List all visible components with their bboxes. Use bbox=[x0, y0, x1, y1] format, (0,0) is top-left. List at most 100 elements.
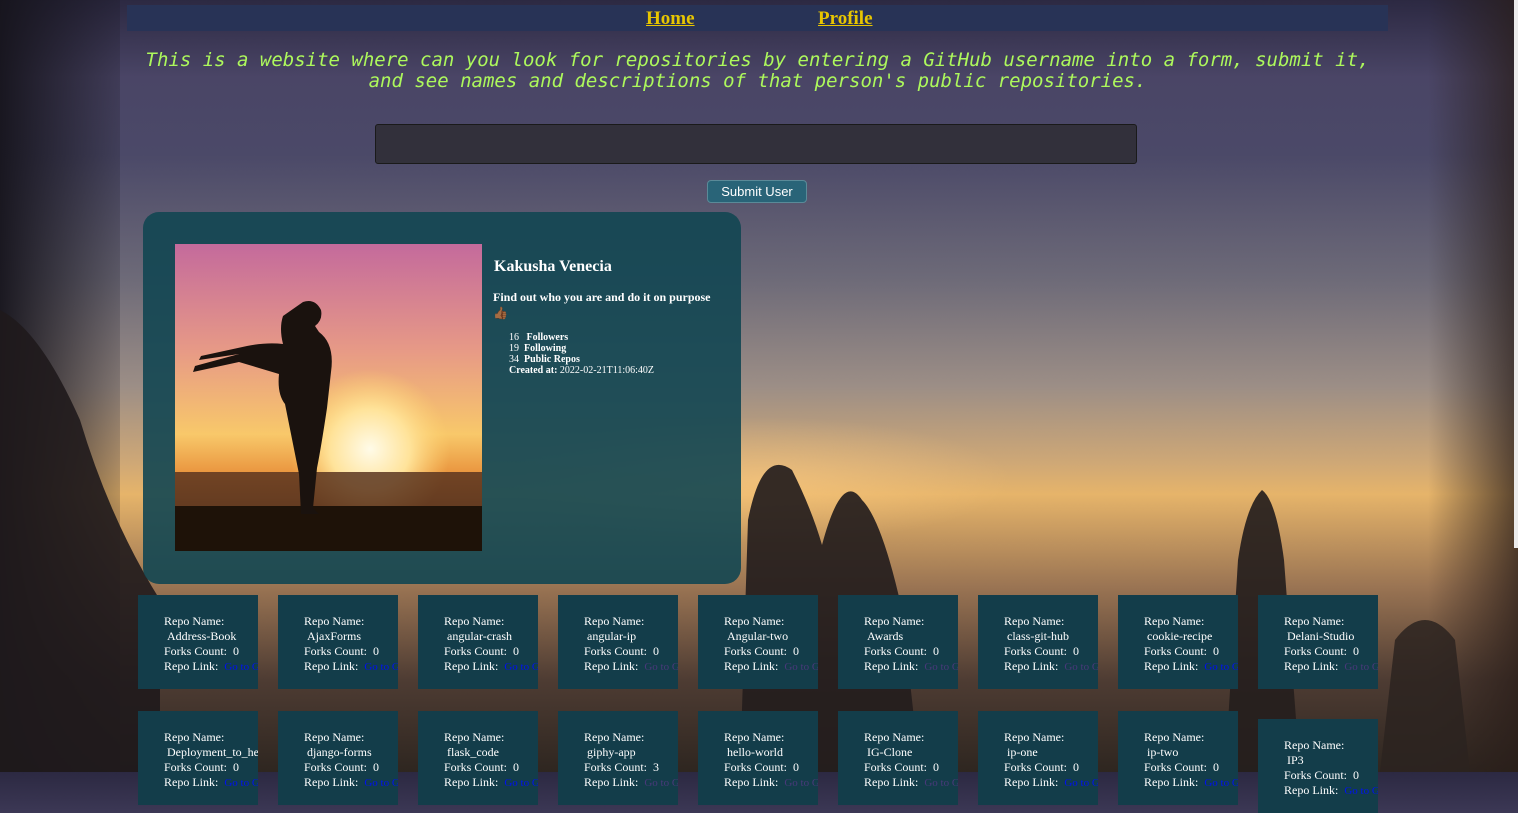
username-input[interactable] bbox=[375, 124, 1137, 164]
repo-name: Address-Book bbox=[167, 629, 237, 643]
repo-link-label: Repo Link: bbox=[1284, 659, 1339, 673]
avatar bbox=[175, 244, 482, 551]
repo-name-label: Repo Name: bbox=[724, 614, 785, 628]
repo-github-link[interactable]: Go to Github bbox=[1204, 777, 1238, 789]
repo-link-label: Repo Link: bbox=[1004, 659, 1059, 673]
forks-count-label: Forks Count: bbox=[584, 644, 648, 658]
forks-count-label: Forks Count: bbox=[864, 644, 928, 658]
repo-card: Repo Name: angular-crash Forks Count: 0 Rep… bbox=[418, 595, 538, 689]
repo-name: Angular-two bbox=[727, 629, 789, 643]
repo-link-label: Repo Link: bbox=[724, 659, 779, 673]
nav-home-link[interactable]: Home bbox=[646, 8, 695, 30]
forks-count-label: Forks Count: bbox=[1284, 768, 1348, 782]
forks-count: 0 bbox=[1213, 644, 1220, 658]
repo-name-label: Repo Name: bbox=[164, 730, 225, 744]
repo-card: Repo Name: IG-Clone Forks Count: 0 Repo Lin… bbox=[838, 711, 958, 805]
repo-name-label: Repo Name: bbox=[724, 730, 785, 744]
repo-github-link[interactable]: Go to Github bbox=[644, 777, 678, 789]
repo-name-label: Repo Name: bbox=[164, 614, 225, 628]
repo-card: Repo Name: class-git-hub Forks Count: 0 Rep… bbox=[978, 595, 1098, 689]
repo-link-label: Repo Link: bbox=[1284, 783, 1339, 797]
repo-name-label: Repo Name: bbox=[304, 614, 365, 628]
repo-github-link[interactable]: Go to Github bbox=[364, 661, 398, 673]
repo-github-link[interactable]: Go to Github bbox=[784, 661, 818, 673]
repo-github-link[interactable]: Go to Github bbox=[924, 777, 958, 789]
repo-github-link[interactable]: Go to Github bbox=[1204, 661, 1238, 673]
repo-name: angular-ip bbox=[587, 629, 637, 643]
forks-count: 0 bbox=[1353, 644, 1360, 658]
forks-count: 0 bbox=[793, 644, 800, 658]
repo-link-label: Repo Link: bbox=[724, 775, 779, 789]
repo-name: IG-Clone bbox=[867, 745, 913, 759]
repo-link-label: Repo Link: bbox=[444, 775, 499, 789]
repo-name-label: Repo Name: bbox=[584, 730, 645, 744]
repo-github-link[interactable]: Go to Github bbox=[364, 777, 398, 789]
scrollbar[interactable] bbox=[1514, 0, 1518, 548]
nav-profile-link[interactable]: Profile bbox=[818, 8, 873, 30]
repo-card: Repo Name: ip-one Forks Count: 0 Repo Link:… bbox=[978, 711, 1098, 805]
repo-name: ip-one bbox=[1007, 745, 1038, 759]
repo-name: ip-two bbox=[1147, 745, 1179, 759]
navbar: Home Profile bbox=[127, 5, 1388, 31]
repo-github-link[interactable]: Go to Github bbox=[1064, 661, 1098, 673]
repo-link-label: Repo Link: bbox=[864, 775, 919, 789]
repo-name: django-forms bbox=[307, 745, 372, 759]
repo-name: cookie-recipe bbox=[1147, 629, 1213, 643]
repo-name: Awards bbox=[867, 629, 904, 643]
following-count: 19 bbox=[509, 343, 519, 354]
forks-count: 0 bbox=[1073, 644, 1080, 658]
repo-github-link[interactable]: Go to Github bbox=[224, 777, 258, 789]
repo-link-label: Repo Link: bbox=[164, 775, 219, 789]
repo-card: Repo Name: AjaxForms Forks Count: 0 Repo Li… bbox=[278, 595, 398, 689]
repo-card: Repo Name: Delani-Studio Forks Count: 0 Rep… bbox=[1258, 595, 1378, 689]
repo-name-label: Repo Name: bbox=[864, 730, 925, 744]
forks-count: 0 bbox=[233, 644, 240, 658]
repo-card: Repo Name: hello-world Forks Count: 0 Repo … bbox=[698, 711, 818, 805]
intro-text: This is a website where can you look for… bbox=[145, 49, 1370, 92]
repo-name-label: Repo Name: bbox=[304, 730, 365, 744]
repo-github-link[interactable]: Go to Github bbox=[1344, 661, 1378, 673]
repo-name: class-git-hub bbox=[1007, 629, 1069, 643]
repo-card: Repo Name: IP3 Forks Count: 0 Repo Link: Go… bbox=[1258, 719, 1378, 813]
repo-name-label: Repo Name: bbox=[1004, 614, 1065, 628]
repo-name: AjaxForms bbox=[307, 629, 361, 643]
repo-github-link[interactable]: Go to Github bbox=[784, 777, 818, 789]
forks-count-label: Forks Count: bbox=[444, 644, 508, 658]
repo-github-link[interactable]: Go to Github bbox=[924, 661, 958, 673]
repo-link-label: Repo Link: bbox=[444, 659, 499, 673]
repo-card: Repo Name: Angular-two Forks Count: 0 Repo … bbox=[698, 595, 818, 689]
profile-bio: Find out who you are and do it on purpos… bbox=[493, 290, 711, 320]
forks-count-label: Forks Count: bbox=[304, 644, 368, 658]
forks-count-label: Forks Count: bbox=[724, 644, 788, 658]
following-label: Following bbox=[524, 343, 567, 354]
profile-card: Kakusha Venecia Find out who you are and… bbox=[143, 212, 741, 584]
repo-name: hello-world bbox=[727, 745, 783, 759]
repo-name-label: Repo Name: bbox=[1004, 730, 1065, 744]
forks-count-label: Forks Count: bbox=[1144, 644, 1208, 658]
repo-github-link[interactable]: Go to Github bbox=[224, 661, 258, 673]
repo-card: Repo Name: Address-Book Forks Count: 0 Repo… bbox=[138, 595, 258, 689]
repo-github-link[interactable]: Go to Github bbox=[1344, 785, 1378, 797]
repo-name: Delani-Studio bbox=[1287, 629, 1355, 643]
forks-count-label: Forks Count: bbox=[164, 644, 228, 658]
repo-github-link[interactable]: Go to Github bbox=[504, 661, 538, 673]
repo-link-label: Repo Link: bbox=[864, 659, 919, 673]
forks-count-label: Forks Count: bbox=[1004, 644, 1068, 658]
submit-user-button[interactable]: Submit User bbox=[707, 180, 807, 203]
repo-name: flask_code bbox=[447, 745, 499, 759]
repo-name-label: Repo Name: bbox=[1144, 730, 1205, 744]
repo-github-link[interactable]: Go to Github bbox=[1064, 777, 1098, 789]
repo-card: Repo Name: django-forms Forks Count: 0 Repo… bbox=[278, 711, 398, 805]
repos-count: 34 bbox=[509, 354, 519, 365]
repo-name-label: Repo Name: bbox=[864, 614, 925, 628]
repo-card: Repo Name:Deployment_to_herokuForks Coun… bbox=[138, 711, 258, 805]
repo-card: Repo Name: cookie-recipe Forks Count: 0 Rep… bbox=[1118, 595, 1238, 689]
forks-count: 0 bbox=[1353, 768, 1360, 782]
repo-link-label: Repo Link: bbox=[304, 659, 359, 673]
repo-name: giphy-app bbox=[587, 745, 636, 759]
repo-name-label: Repo Name: bbox=[444, 730, 505, 744]
forks-count: 0 bbox=[933, 644, 940, 658]
repo-github-link[interactable]: Go to Github bbox=[504, 777, 538, 789]
repo-card: Repo Name: Awards Forks Count: 0 Repo Link:… bbox=[838, 595, 958, 689]
repo-github-link[interactable]: Go to Github bbox=[644, 661, 678, 673]
